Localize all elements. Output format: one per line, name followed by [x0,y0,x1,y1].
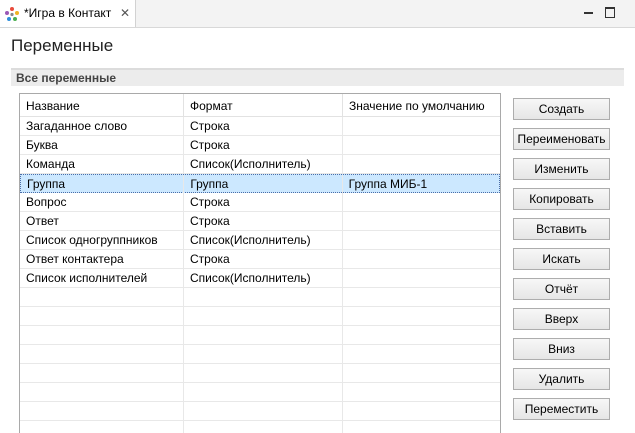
cell-format: Группа [184,175,343,193]
editor-tab-title: *Игра в Контакт [24,6,112,20]
delete-button[interactable]: Удалить [513,368,610,390]
move-down-button[interactable]: Вниз [513,338,610,360]
empty-cell [184,421,343,433]
empty-cell [343,402,500,420]
editor-tab-strip: *Игра в Контакт ✕ [0,0,635,28]
cell-format: Строка [184,193,343,211]
table-row[interactable]: Ответ Строка [20,212,500,231]
page-title: Переменные [11,36,114,55]
table-header: Название Формат Значение по умолчанию [20,94,500,117]
empty-table-row[interactable] [20,364,500,383]
empty-cell [343,326,500,344]
cell-name: Ответ контактера [20,250,184,268]
cell-default-value [343,155,500,173]
cell-name: Ответ [20,212,184,230]
column-header-name[interactable]: Название [20,94,184,116]
cell-format: Строка [184,212,343,230]
cell-name: Загаданное слово [20,117,184,135]
close-icon[interactable]: ✕ [119,6,131,20]
empty-cell [20,326,184,344]
cell-name: Список исполнителей [20,269,184,287]
empty-cell [343,307,500,325]
cell-name: Список одногруппников [20,231,184,249]
cell-name: Группа [21,175,185,193]
empty-table-row[interactable] [20,345,500,364]
cell-default-value [343,193,500,211]
table-row[interactable]: Список исполнителей Список(Исполнитель) [20,269,500,288]
cell-default-value [343,136,500,154]
cell-format: Строка [184,136,343,154]
table-row[interactable]: Группа Группа Группа МИБ-1 [20,174,500,193]
empty-cell [343,421,500,433]
empty-table-row[interactable] [20,326,500,345]
empty-cell [343,345,500,363]
editor-tab[interactable]: *Игра в Контакт ✕ [0,0,136,27]
variables-table[interactable]: Название Формат Значение по умолчанию За… [19,93,501,433]
empty-table-row[interactable] [20,383,500,402]
cell-default-value [343,212,500,230]
create-button[interactable]: Создать [513,98,610,120]
maximize-icon[interactable] [604,6,617,19]
minimize-icon[interactable] [583,6,596,19]
paste-button[interactable]: Вставить [513,218,610,240]
empty-table-row[interactable] [20,288,500,307]
empty-cell [343,288,500,306]
move-up-button[interactable]: Вверх [513,308,610,330]
table-row[interactable]: Список одногруппников Список(Исполнитель) [20,231,500,250]
empty-cell [184,402,343,420]
table-row[interactable]: Буква Строка [20,136,500,155]
cell-name: Вопрос [20,193,184,211]
section-title: Все переменные [16,71,117,85]
search-button[interactable]: Искать [513,248,610,270]
empty-cell [20,402,184,420]
empty-cell [343,383,500,401]
empty-cell [20,307,184,325]
empty-table-row[interactable] [20,307,500,326]
app-logo-icon [5,7,19,21]
column-header-default-value[interactable]: Значение по умолчанию [343,94,500,116]
empty-cell [20,288,184,306]
cell-format: Список(Исполнитель) [184,231,343,249]
empty-cell [343,364,500,382]
empty-cell [184,288,343,306]
cell-default-value [343,269,500,287]
copy-button[interactable]: Копировать [513,188,610,210]
empty-cell [20,383,184,401]
empty-cell [184,345,343,363]
empty-table-row[interactable] [20,402,500,421]
edit-button[interactable]: Изменить [513,158,610,180]
cell-format: Список(Исполнитель) [184,155,343,173]
table-row[interactable]: Вопрос Строка [20,193,500,212]
report-button[interactable]: Отчёт [513,278,610,300]
empty-cell [20,345,184,363]
table-row[interactable]: Загаданное слово Строка [20,117,500,136]
section-header: Все переменные [11,68,624,86]
cell-name: Команда [20,155,184,173]
empty-cell [184,383,343,401]
table-row[interactable]: Команда Список(Исполнитель) [20,155,500,174]
table-body: Загаданное слово Строка Буква Строка Команда… [20,117,500,433]
cell-default-value [343,117,500,135]
empty-cell [184,307,343,325]
empty-table-row[interactable] [20,421,500,433]
table-row[interactable]: Ответ контактера Строка [20,250,500,269]
cell-format: Строка [184,250,343,268]
rename-button[interactable]: Переименовать [513,128,610,150]
empty-cell [20,364,184,382]
cell-default-value [343,250,500,268]
cell-default-value [343,231,500,249]
empty-cell [20,421,184,433]
empty-cell [184,326,343,344]
cell-name: Буква [20,136,184,154]
column-header-format[interactable]: Формат [184,94,343,116]
empty-cell [184,364,343,382]
cell-format: Строка [184,117,343,135]
cell-default-value: Группа МИБ-1 [348,177,428,191]
move-button[interactable]: Переместить [513,398,610,420]
cell-format: Список(Исполнитель) [184,269,343,287]
